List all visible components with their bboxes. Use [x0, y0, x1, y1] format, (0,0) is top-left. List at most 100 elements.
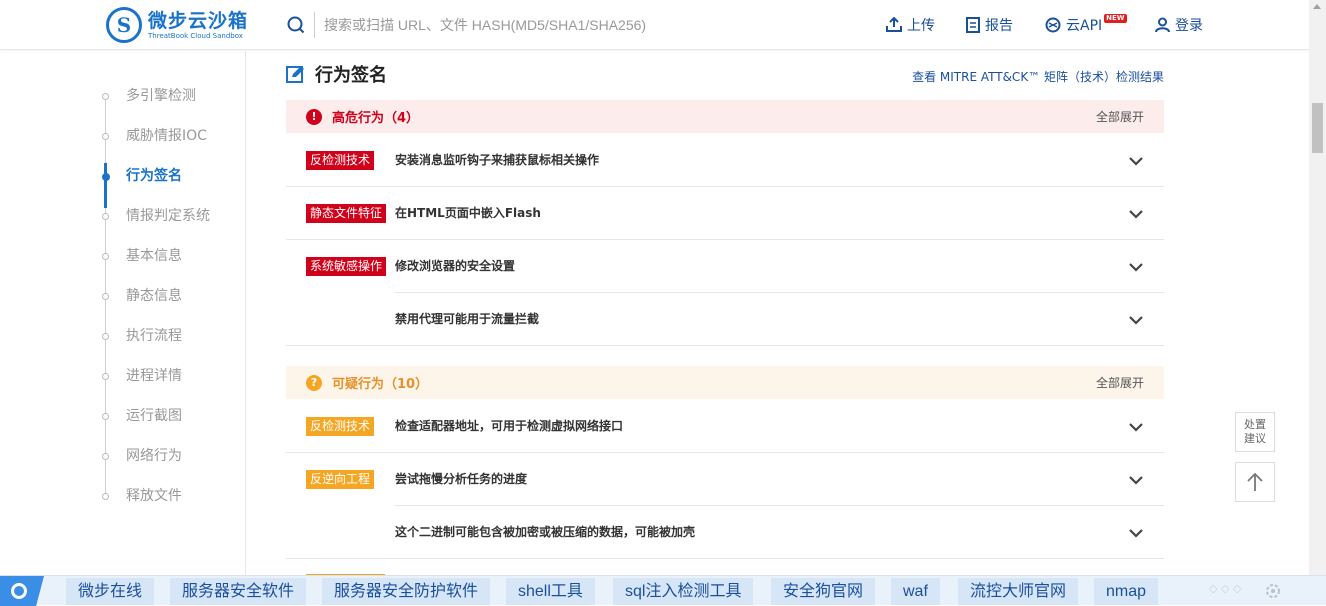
login-link[interactable]: 登录	[1155, 15, 1203, 35]
ad-link[interactable]: 服务器安全软件	[170, 578, 307, 605]
nav-dot	[102, 133, 109, 140]
sidebar-item-behavior-signature[interactable]: 行为签名	[126, 166, 182, 186]
nav-dot	[102, 93, 109, 100]
question-icon: ?	[306, 374, 322, 391]
behavior-text: 检查适配器地址，可用于检测虚拟网络接口	[395, 419, 624, 433]
category-tag: 反检测技术	[306, 151, 375, 170]
high-risk-group-label: 高危行为（4）	[332, 111, 420, 126]
upload-icon	[886, 17, 902, 32]
logo[interactable]: S 微步云沙箱 ThreatBook Cloud Sandbox	[106, 7, 248, 43]
api-icon	[1045, 17, 1061, 33]
nav-dot	[102, 413, 109, 420]
ad-link[interactable]: shell工具	[506, 578, 595, 605]
nav-dot	[102, 333, 109, 340]
category-tag: 反逆向工程	[306, 470, 375, 489]
sidebar-item-intel-judgement[interactable]: 情报判定系统	[126, 206, 210, 226]
behavior-row[interactable]: 禁用代理可能用于流量拦截	[286, 293, 1164, 346]
advice-label-line2: 建议	[1244, 432, 1266, 445]
behavior-text: 禁用代理可能用于流量拦截	[395, 312, 540, 326]
search-input[interactable]	[324, 13, 844, 37]
ad-logo-icon[interactable]	[0, 576, 44, 606]
mitre-attack-link[interactable]: 查看 MITRE ATT&CK™ 矩阵（技术）检测结果	[912, 68, 1164, 85]
sidebar-item-network[interactable]: 网络行为	[126, 446, 182, 466]
behavior-row[interactable]: 反逆向工程 尝试拖慢分析任务的进度	[286, 453, 1164, 506]
expand-all-button[interactable]: 全部展开	[1096, 108, 1144, 125]
nav-dot	[102, 493, 109, 500]
chevron-down-icon[interactable]	[1128, 472, 1144, 488]
ad-link[interactable]: 微步在线	[66, 578, 155, 605]
category-tag: 静态文件特征	[306, 204, 387, 223]
sidebar-item-dropped-files[interactable]: 释放文件	[126, 486, 182, 506]
nav-dot	[102, 373, 109, 380]
user-icon	[1155, 17, 1170, 33]
search-icon[interactable]	[287, 16, 305, 34]
sidebar-item-multi-engine[interactable]: 多引擎检测	[126, 86, 196, 106]
alert-icon: !	[306, 108, 322, 125]
ad-watermark-text: ◇ ◇ ◇	[1209, 582, 1242, 595]
suspicious-group-label: 可疑行为（10）	[332, 377, 429, 392]
nav-dot-active	[102, 173, 110, 181]
category-tag: 反检测技术	[306, 417, 375, 436]
behavior-row[interactable]: 系统敏感操作 修改浏览器的安全设置	[286, 240, 1164, 293]
chevron-down-icon[interactable]	[1128, 206, 1144, 222]
cloud-api-link[interactable]: 云API NEW	[1045, 13, 1127, 35]
nav-dot	[102, 453, 109, 460]
page-scrollbar[interactable]	[1309, 0, 1326, 575]
ad-link[interactable]: sql注入检测工具	[613, 578, 754, 605]
settings-icon[interactable]	[1264, 582, 1282, 600]
ad-link[interactable]: nmap	[1094, 578, 1159, 605]
behavior-row[interactable]: 静态文件特征 在HTML页面中嵌入Flash	[286, 187, 1164, 240]
chevron-down-icon[interactable]	[1128, 419, 1144, 435]
api-label: 云API	[1066, 18, 1103, 34]
report-link[interactable]: 报告	[966, 15, 1013, 35]
ad-link[interactable]: 流控大师官网	[958, 578, 1079, 605]
behavior-text: 在HTML页面中嵌入Flash	[395, 206, 541, 220]
behavior-row[interactable]: 反检测技术 安装消息监听钩子来捕获鼠标相关操作	[286, 134, 1164, 187]
nav-dot	[102, 213, 109, 220]
logo-title: 微步云沙箱	[148, 9, 249, 32]
behavior-text: 安装消息监听钩子来捕获鼠标相关操作	[395, 153, 600, 167]
sidebar-item-static-info[interactable]: 静态信息	[126, 286, 182, 306]
sidebar-item-threat-ioc[interactable]: 威胁情报IOC	[126, 126, 207, 146]
bottom-ad-bar: 微步在线 服务器安全软件 服务器安全防护软件 shell工具 sql注入检测工具…	[0, 575, 1326, 606]
sidebar-item-process-detail[interactable]: 进程详情	[126, 366, 182, 386]
report-label: 报告	[985, 18, 1013, 34]
behavior-row[interactable]: 这个二进制可能包含被加密或被压缩的数据，可能被加壳	[286, 506, 1164, 559]
nav-timeline-active-line	[104, 163, 107, 208]
back-to-top-button[interactable]	[1235, 462, 1275, 502]
sidebar-item-exec-flow[interactable]: 执行流程	[126, 326, 182, 346]
upload-label: 上传	[907, 18, 935, 34]
search-divider	[314, 12, 315, 38]
disposal-advice-button[interactable]: 处置 建议	[1235, 412, 1275, 452]
upload-link[interactable]: 上传	[886, 15, 935, 35]
nav-dot	[102, 253, 109, 260]
top-header: S 微步云沙箱 ThreatBook Cloud Sandbox 上传 报告 云…	[0, 0, 1309, 50]
advice-label-line1: 处置	[1244, 418, 1266, 431]
ad-link[interactable]: 服务器安全防护软件	[322, 578, 491, 605]
category-tag: 系统敏感操作	[306, 257, 387, 276]
logo-subtitle: ThreatBook Cloud Sandbox	[148, 31, 243, 40]
arrow-up-icon	[1247, 472, 1263, 491]
scroll-thumb[interactable]	[1312, 103, 1323, 153]
scroll-up-arrow-icon[interactable]	[1313, 4, 1321, 9]
behavior-text: 这个二进制可能包含被加密或被压缩的数据，可能被加壳	[395, 525, 696, 539]
suspicious-group-header[interactable]: ? 可疑行为（10） 全部展开	[286, 366, 1164, 399]
behavior-row[interactable]: 反检测技术 检查适配器地址，可用于检测虚拟网络接口	[286, 400, 1164, 453]
section-nav-sidebar: 多引擎检测 威胁情报IOC 行为签名 情报判定系统 基本信息 静态信息 执行流程…	[0, 51, 246, 575]
nav-dot	[102, 293, 109, 300]
chevron-down-icon[interactable]	[1128, 525, 1144, 541]
sidebar-item-screenshots[interactable]: 运行截图	[126, 406, 182, 426]
page-title: 行为签名	[286, 61, 387, 87]
edit-icon	[286, 65, 304, 83]
behavior-text: 修改浏览器的安全设置	[395, 259, 516, 273]
chevron-down-icon[interactable]	[1128, 312, 1144, 328]
chevron-down-icon[interactable]	[1128, 153, 1144, 169]
sidebar-item-basic-info[interactable]: 基本信息	[126, 246, 182, 266]
high-risk-group-header[interactable]: ! 高危行为（4） 全部展开	[286, 100, 1164, 133]
ad-link[interactable]: waf	[891, 578, 940, 605]
chevron-down-icon[interactable]	[1128, 259, 1144, 275]
new-badge: NEW	[1104, 13, 1127, 23]
expand-all-button[interactable]: 全部展开	[1096, 374, 1144, 391]
login-label: 登录	[1175, 18, 1203, 34]
ad-link[interactable]: 安全狗官网	[771, 578, 876, 605]
